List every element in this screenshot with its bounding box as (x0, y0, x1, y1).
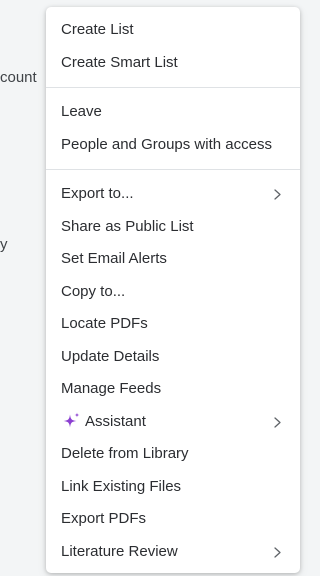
menu-item-label: Create List (61, 21, 134, 38)
menu-item-label: Export to... (61, 185, 134, 202)
menu-item-label: Update Details (61, 347, 160, 365)
menu-item-assistant[interactable]: Assistant (46, 406, 300, 439)
menu-divider (46, 169, 300, 170)
menu-item-label: Delete from Library (61, 445, 189, 462)
menu-item-label: Manage Feeds (61, 380, 162, 397)
menu-item-delete-from-library[interactable]: Delete from Library (46, 438, 300, 471)
menu-item-label: Assistant (85, 412, 146, 430)
menu-item-copy-to[interactable]: Copy to... (46, 276, 300, 309)
menu-item-people-and-groups[interactable]: People and Groups with access (46, 129, 300, 162)
menu-item-manage-feeds[interactable]: Manage Feeds (46, 373, 300, 406)
menu-item-set-email-alerts[interactable]: Set Email Alerts (46, 243, 300, 276)
menu-item-update-details[interactable]: Update Details (46, 341, 300, 374)
background-text-account: count (0, 69, 37, 86)
sparkle-icon (63, 412, 80, 427)
menu-item-export-to[interactable]: Export to... (46, 178, 300, 211)
menu-item-create-list[interactable]: Create List (46, 14, 300, 47)
menu-divider (46, 87, 300, 88)
context-menu: Create List Create Smart List Leave Peop… (46, 7, 300, 573)
menu-item-label: Export PDFs (61, 510, 147, 527)
menu-item-label: Link Existing Files (61, 477, 182, 495)
background-text-fragment: y (0, 236, 8, 253)
menu-item-label: People and Groups with access (61, 135, 272, 153)
menu-item-label: Share as Public List (61, 217, 194, 235)
menu-item-link-existing-files[interactable]: Link Existing Files (46, 471, 300, 504)
menu-item-label: Leave (61, 103, 102, 120)
menu-item-label: Locate PDFs (61, 315, 148, 332)
chevron-right-icon (274, 416, 281, 428)
chevron-right-icon (274, 189, 281, 200)
menu-item-leave[interactable]: Leave (46, 96, 300, 129)
menu-item-create-smart-list[interactable]: Create Smart List (46, 47, 300, 80)
menu-item-label: Copy to... (61, 282, 126, 300)
menu-item-label: Set Email Alerts (61, 250, 167, 267)
chevron-right-icon (274, 546, 281, 558)
menu-item-locate-pdfs[interactable]: Locate PDFs (46, 308, 300, 341)
menu-item-label: Create Smart List (61, 53, 178, 71)
menu-item-label: Literature Review (61, 542, 178, 560)
menu-item-export-pdfs[interactable]: Export PDFs (46, 503, 300, 536)
menu-item-literature-review[interactable]: Literature Review (46, 536, 300, 569)
menu-item-share-as-public-list[interactable]: Share as Public List (46, 211, 300, 244)
